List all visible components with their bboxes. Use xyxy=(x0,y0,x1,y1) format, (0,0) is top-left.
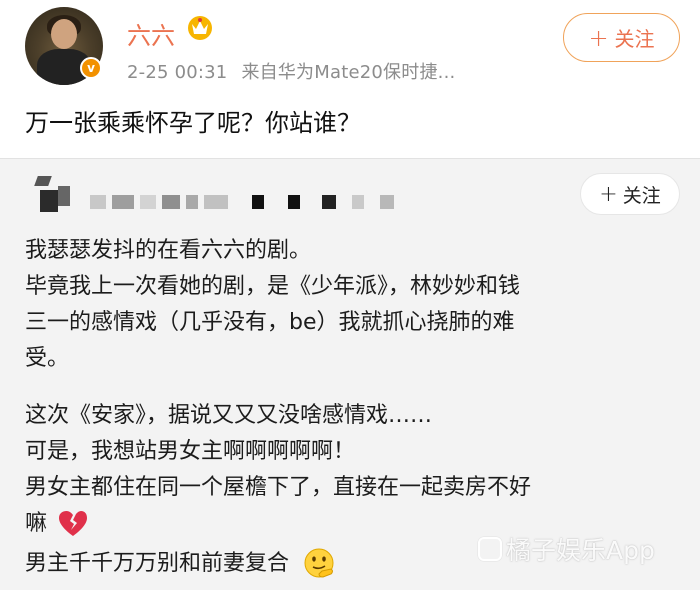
thinking-face-icon xyxy=(304,548,334,578)
quoted-line: 毕竟我上一次看她的剧，是《少年派》，林妙妙和钱 xyxy=(25,274,521,299)
follow-button-label: 关注 xyxy=(614,27,655,51)
blurred-avatar xyxy=(26,172,76,216)
quoted-follow-button[interactable]: + 关注 xyxy=(580,173,680,215)
blurred-username xyxy=(90,190,394,214)
quoted-follow-label: 关注 xyxy=(622,184,661,207)
quoted-line: 我瑟瑟发抖的在看六六的剧。 xyxy=(25,238,312,263)
username[interactable]: 六六 xyxy=(127,16,175,51)
quoted-line-text: 嘛 xyxy=(25,511,48,536)
quoted-line-with-icon: 嘛 xyxy=(25,505,88,538)
plus-icon: + xyxy=(588,23,609,52)
quoted-line: 三一的感情戏（几乎没有，be）我就抓心挠肺的难 xyxy=(25,310,515,335)
post-source[interactable]: 来自华为Mate20保时捷... xyxy=(241,62,455,83)
quoted-line-text: 男主千千万万别和前妻复合 xyxy=(25,551,290,576)
broken-heart-icon xyxy=(59,511,88,536)
watermark: 橘子娱乐App xyxy=(478,531,655,567)
watermark-logo-icon xyxy=(478,537,502,561)
post-meta: 2-25 00:31 来自华为Mate20保时捷... xyxy=(127,58,455,84)
quoted-line: 这次《安家》，据说又又又没啥感情戏…… xyxy=(25,403,433,428)
follow-button[interactable]: + 关注 xyxy=(563,13,680,62)
post-time: 2-25 00:31 xyxy=(127,62,228,83)
quoted-post-card[interactable] xyxy=(0,158,700,590)
watermark-text: 橘子娱乐App xyxy=(506,536,655,565)
quoted-line-with-icon: 男主千千万万别和前妻复合 xyxy=(25,545,336,581)
post-text: 万一张乘乘怀孕了呢？你站谁？ xyxy=(25,109,361,137)
avatar-face xyxy=(51,19,77,49)
crown-icon xyxy=(188,16,212,40)
quoted-line: 可是，我想站男女主啊啊啊啊啊！ xyxy=(25,439,356,464)
quoted-line: 男女主都住在同一个屋檐下了，直接在一起卖房不好 xyxy=(25,475,532,500)
plus-icon: + xyxy=(599,181,618,207)
quoted-line: 受。 xyxy=(25,346,70,371)
verified-badge-icon: v xyxy=(80,57,102,79)
